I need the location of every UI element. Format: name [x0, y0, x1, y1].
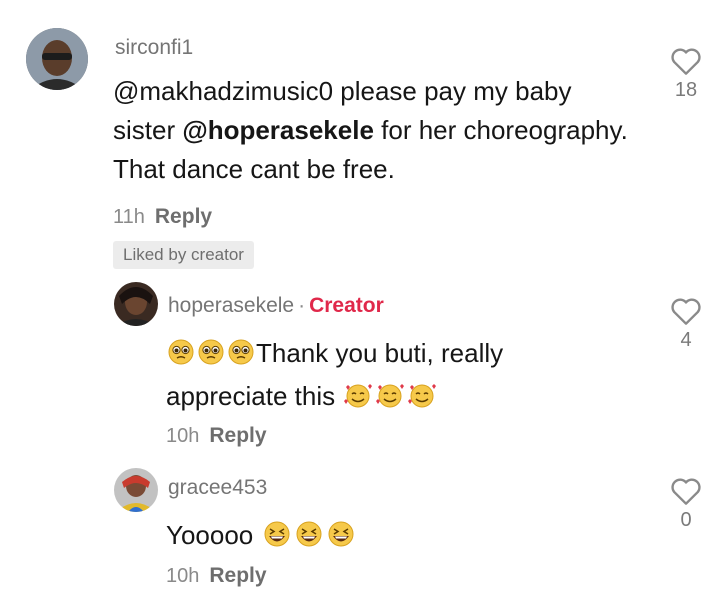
grinning-squinting-face-emoji [293, 520, 325, 559]
reply-gracee453: gracee453 Yooooo 10h Reply 0 [0, 450, 720, 600]
like-count: 18 [674, 79, 698, 101]
liked-by-creator-badge: Liked by creator [113, 241, 254, 269]
avatar-photo [26, 28, 88, 90]
reply-username-link[interactable]: hoperasekele [168, 294, 294, 317]
reply-username[interactable]: gracee453 [168, 476, 267, 500]
comment-sirconfi1: sirconfi1 @makhadzimusic0 please pay my … [0, 0, 720, 270]
comment-username[interactable]: sirconfi1 [115, 36, 193, 60]
smiling-face-with-hearts-emoji [342, 381, 374, 420]
reply-text: Yooooo [166, 516, 626, 559]
avatar-photo [114, 282, 158, 326]
reply-button[interactable]: Reply [155, 205, 212, 228]
mention-link[interactable]: @makhadzimusic0 [113, 76, 333, 106]
comment-text: @makhadzimusic0 please pay my baby siste… [113, 76, 628, 184]
avatar[interactable] [114, 282, 158, 326]
smiling-face-with-hearts-emoji [406, 381, 438, 420]
reply-button[interactable]: Reply [209, 424, 266, 447]
avatar[interactable] [114, 468, 158, 512]
avatar-photo [114, 468, 158, 512]
reply-meta: 10h Reply [166, 424, 267, 448]
creator-tag: Creator [309, 294, 384, 317]
pleading-face-emoji [196, 338, 226, 377]
grinning-squinting-face-emoji [325, 520, 357, 559]
comment-meta: 11h Reply [113, 205, 212, 229]
like-count: 0 [680, 509, 692, 531]
mention-link[interactable]: @hoperasekele [182, 115, 374, 145]
heart-icon [671, 298, 701, 325]
like-button[interactable]: 4 [666, 296, 706, 352]
grinning-squinting-face-emoji [261, 520, 293, 559]
reply-time: 10h [166, 425, 200, 447]
pleading-face-emoji [166, 338, 196, 377]
reply-meta: 10h Reply [166, 564, 267, 588]
heart-icon [671, 478, 701, 505]
avatar[interactable] [26, 28, 88, 90]
reply-button[interactable]: Reply [209, 564, 266, 587]
heart-icon [671, 48, 701, 75]
like-count: 4 [680, 329, 692, 351]
reply-hoperasekele: hoperasekele · Creator Thank you buti, rea… [0, 270, 720, 450]
reply-time: 10h [166, 565, 200, 587]
reply-text: Thank you buti, really appreciate this [166, 334, 626, 420]
pleading-face-emoji [226, 338, 256, 377]
like-button[interactable]: 0 [666, 476, 706, 532]
smiling-face-with-hearts-emoji [374, 381, 406, 420]
comment-time: 11h [113, 206, 145, 228]
reply-username: hoperasekele · Creator [168, 294, 384, 317]
like-button[interactable]: 18 [666, 46, 706, 102]
